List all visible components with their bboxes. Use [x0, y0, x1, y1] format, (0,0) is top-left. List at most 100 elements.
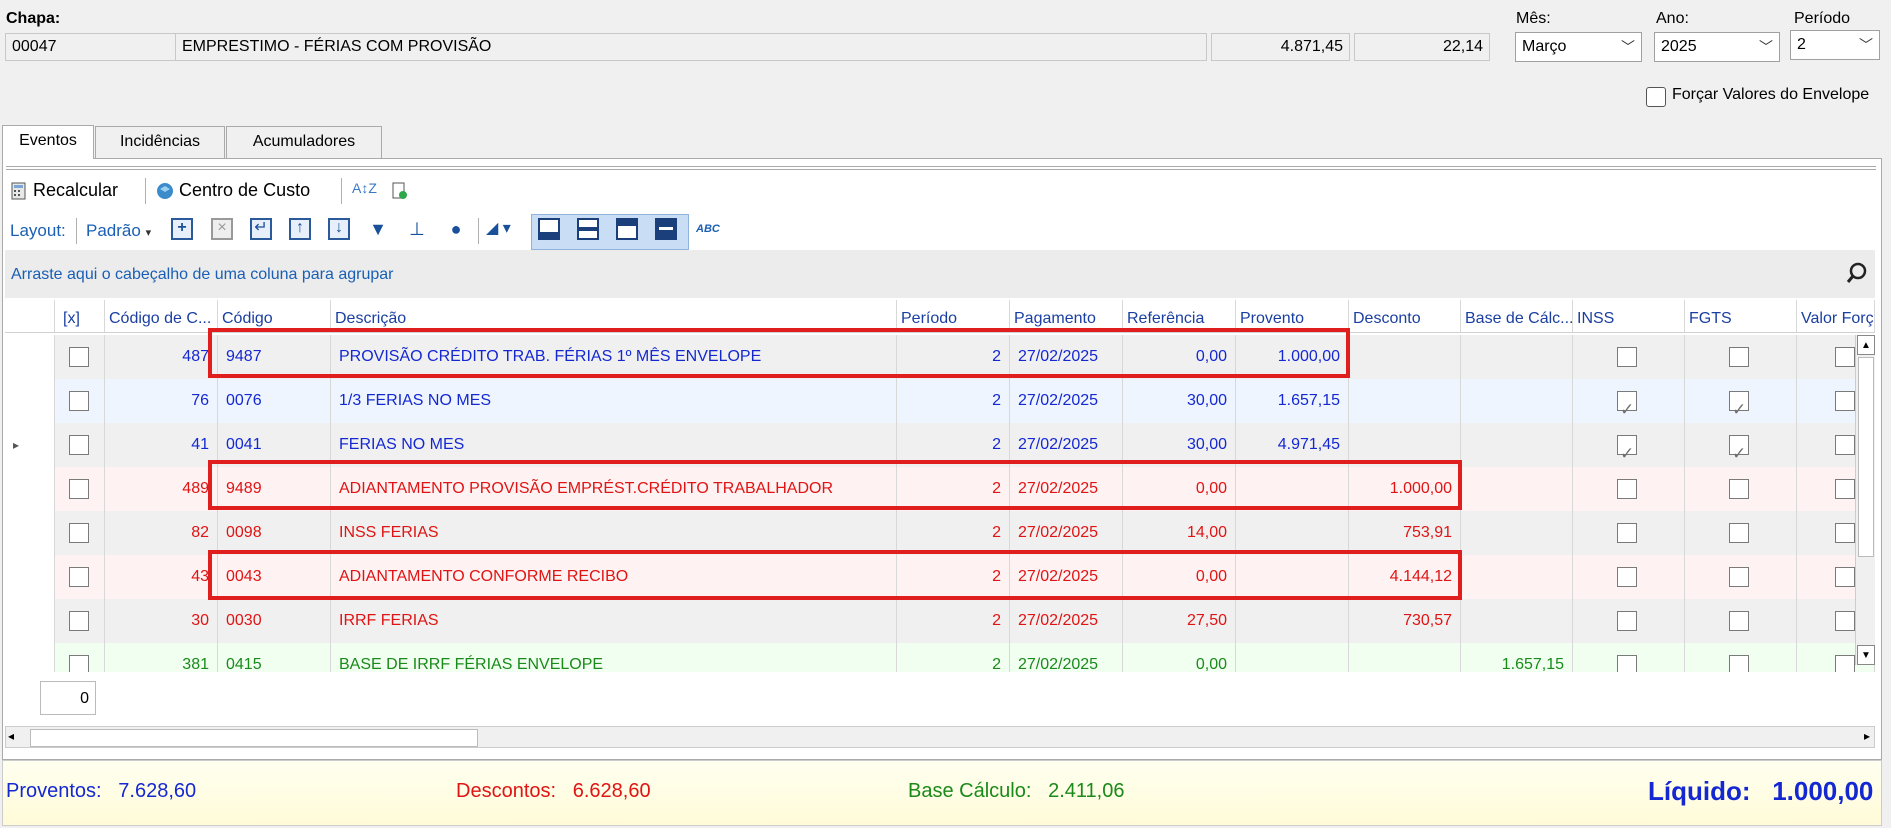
periodo-select[interactable]: 2 ﹀ [1790, 30, 1880, 60]
table-row[interactable]: 30 0030 IRRF FERIAS 2 27/02/2025 27,50 730,57 [5, 599, 1875, 643]
tab-eventos[interactable]: Eventos [2, 125, 94, 159]
col-codigo-c[interactable]: Código de C... [105, 300, 218, 332]
spellcheck-icon[interactable]: ABC [696, 223, 720, 235]
col-codigo[interactable]: Código [218, 300, 331, 332]
valor-forcado-checkbox[interactable] [1835, 611, 1855, 631]
table-row[interactable]: ▸ 41 0041 FERIAS NO MES 2 27/02/2025 30,00 4.97… [5, 423, 1875, 467]
col-referencia[interactable]: Referência [1123, 300, 1236, 332]
valor-forcado-checkbox[interactable] [1835, 435, 1855, 455]
scroll-left-icon[interactable]: ◂ [8, 729, 14, 743]
move-down-icon[interactable]: ↓ [328, 218, 350, 240]
chapa-field[interactable]: 00047 [5, 33, 177, 61]
color-fill-icon[interactable]: ● [445, 218, 467, 240]
h-scroll-thumb[interactable] [30, 729, 478, 747]
centro-custo-label: Centro de Custo [179, 180, 311, 200]
fgts-checkbox[interactable] [1729, 347, 1749, 367]
table-row[interactable]: 43 0043 ADIANTAMENTO CONFORME RECIBO 2 27/02… [5, 555, 1875, 599]
recalcular-button[interactable]: Recalcular [10, 180, 118, 201]
fgts-checkbox[interactable] [1729, 611, 1749, 631]
fgts-checkbox[interactable] [1729, 523, 1749, 543]
sort-az-button[interactable]: A↕Z [352, 180, 377, 196]
scroll-thumb[interactable] [1858, 357, 1874, 557]
fgts-checkbox[interactable] [1729, 479, 1749, 499]
chevron-down-icon: ﹀ [1759, 39, 1773, 55]
inss-checkbox[interactable] [1617, 479, 1637, 499]
valor-forcado-checkbox[interactable] [1835, 655, 1855, 672]
table-row[interactable]: 489 9489 ADIANTAMENTO PROVISÃO EMPRÉST.CRÉ… [5, 467, 1875, 511]
valor-forcado-checkbox[interactable] [1835, 523, 1855, 543]
add-row-icon[interactable]: + [171, 218, 193, 240]
col-fgts[interactable]: FGTS [1685, 300, 1797, 332]
scroll-up-icon[interactable]: ▲ [1857, 335, 1875, 355]
delete-row-icon[interactable]: × [211, 218, 233, 240]
col-periodo[interactable]: Período [897, 300, 1010, 332]
fgts-checkbox[interactable] [1729, 432, 1749, 467]
chart-dropdown-icon[interactable]: ◢ ▾ [486, 218, 524, 240]
row-select-checkbox[interactable] [69, 479, 89, 499]
col-base-calculo[interactable]: Base de Cálc... [1461, 300, 1573, 332]
inss-checkbox-cell [1573, 599, 1685, 643]
inss-checkbox[interactable] [1617, 523, 1637, 543]
header-panel-icon[interactable] [616, 218, 638, 240]
export-button[interactable] [390, 180, 408, 201]
table-row[interactable]: 381 0415 BASE DE IRRF FÉRIAS ENVELOPE 2 27/0… [5, 643, 1875, 672]
forcar-checkbox[interactable] [1646, 87, 1666, 107]
row-select-checkbox[interactable] [69, 347, 89, 367]
inss-checkbox[interactable] [1617, 388, 1637, 423]
layout-dropdown[interactable]: Padrão ▾ [86, 221, 151, 241]
pin-icon[interactable]: ⊥ [406, 218, 428, 240]
paint-format-icon[interactable]: ▼ [367, 218, 389, 240]
ano-select[interactable]: 2025 ﹀ [1654, 32, 1780, 62]
valor-forcado-checkbox[interactable] [1835, 479, 1855, 499]
fgts-checkbox[interactable] [1729, 388, 1749, 423]
valor-forcado-checkbox[interactable] [1835, 567, 1855, 587]
cell-referencia: 0,00 [1123, 555, 1236, 599]
row-indicator [5, 643, 55, 672]
table-row[interactable]: 82 0098 INSS FERIAS 2 27/02/2025 14,00 753,91 [5, 511, 1875, 555]
cell-provento [1236, 555, 1349, 599]
fgts-checkbox[interactable] [1729, 655, 1749, 672]
col-pagamento[interactable]: Pagamento [1010, 300, 1123, 332]
cell-periodo: 2 [897, 467, 1010, 511]
col-provento[interactable]: Provento [1236, 300, 1349, 332]
vertical-scrollbar[interactable]: ▲ ▼ [1855, 335, 1875, 665]
table-row[interactable]: 76 0076 1/3 FERIAS NO MES 2 27/02/2025 30,00 1… [5, 379, 1875, 423]
valor-forcado-checkbox[interactable] [1835, 391, 1855, 411]
col-inss[interactable]: INSS [1573, 300, 1685, 332]
row-select-checkbox[interactable] [69, 567, 89, 587]
group-panel-icon[interactable] [655, 218, 677, 240]
fgts-checkbox[interactable] [1729, 567, 1749, 587]
row-select-checkbox[interactable] [69, 655, 89, 672]
cell-referencia: 0,00 [1123, 643, 1236, 672]
move-up-icon[interactable]: ↑ [289, 218, 311, 240]
inss-checkbox[interactable] [1617, 567, 1637, 587]
mes-select[interactable]: Março ﹀ [1515, 32, 1642, 62]
tab-incidencias[interactable]: Incidências [95, 126, 225, 158]
row-select-checkbox[interactable] [69, 435, 89, 455]
col-desconto[interactable]: Desconto [1349, 300, 1461, 332]
valor1-field: 4.871,45 [1211, 33, 1350, 61]
horizontal-scrollbar[interactable]: ◂ ▸ [5, 726, 1875, 748]
centro-custo-button[interactable]: Centro de Custo [156, 180, 310, 201]
col-valor-forcado[interactable]: Valor Forç... [1797, 300, 1875, 332]
inss-checkbox[interactable] [1617, 432, 1637, 467]
col-descricao[interactable]: Descrição [331, 300, 897, 332]
split-panel-icon[interactable] [577, 218, 599, 240]
row-select-checkbox[interactable] [69, 391, 89, 411]
col-select[interactable]: [x] [55, 300, 105, 332]
row-select-checkbox[interactable] [69, 523, 89, 543]
edit-row-icon[interactable]: ↵ [250, 218, 272, 240]
footer-panel-icon[interactable] [538, 218, 560, 240]
scroll-down-icon[interactable]: ▼ [1857, 645, 1875, 665]
table-row[interactable]: 487 9487 PROVISÃO CRÉDITO TRAB. FÉRIAS 1º … [5, 335, 1875, 379]
row-select-checkbox[interactable] [69, 611, 89, 631]
valor-forcado-checkbox[interactable] [1835, 347, 1855, 367]
tab-acumuladores[interactable]: Acumuladores [226, 126, 382, 158]
inss-checkbox[interactable] [1617, 655, 1637, 672]
inss-checkbox[interactable] [1617, 611, 1637, 631]
inss-checkbox[interactable] [1617, 347, 1637, 367]
row-select-cell [55, 555, 105, 599]
search-icon[interactable] [1846, 262, 1868, 284]
cube-icon [157, 183, 173, 200]
scroll-right-icon[interactable]: ▸ [1864, 729, 1870, 743]
